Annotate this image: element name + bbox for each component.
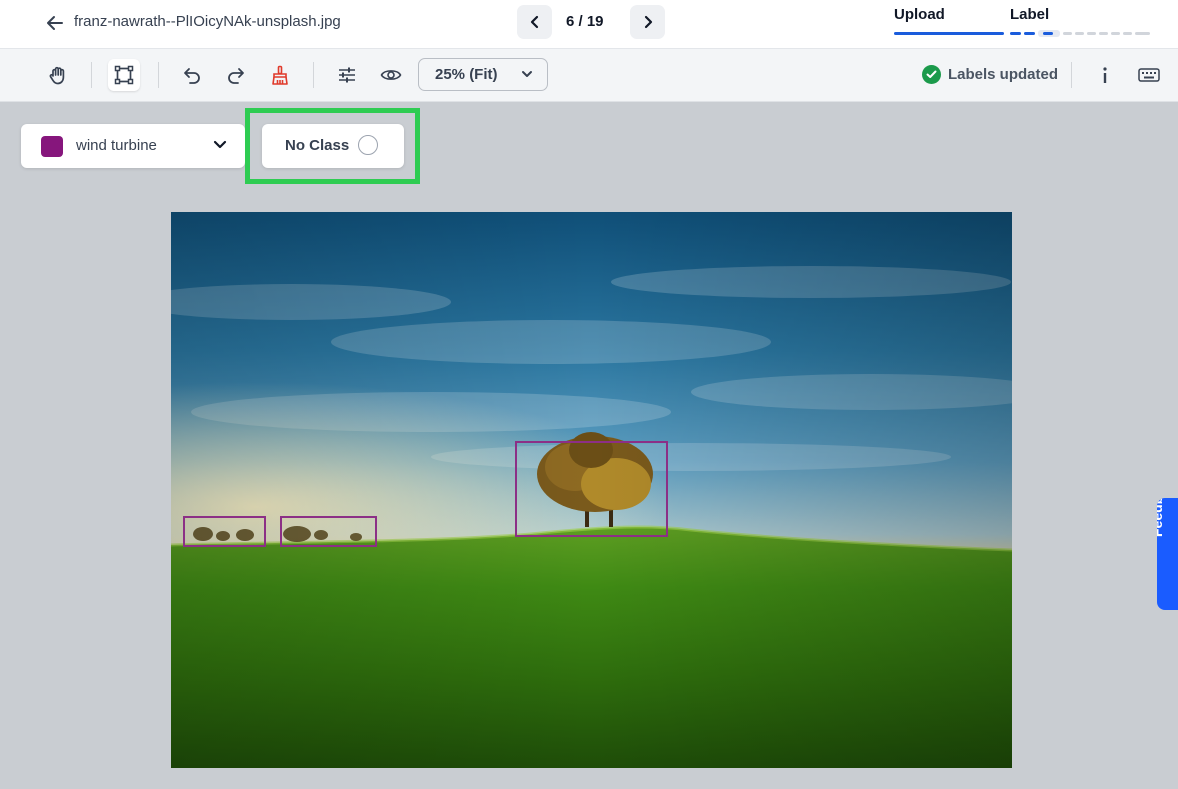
toggle-visibility-button[interactable] (375, 59, 407, 91)
clear-annotations-button[interactable] (264, 59, 296, 91)
keyboard-icon (1138, 68, 1160, 82)
image-counter: 6 / 19 (566, 13, 604, 30)
file-name: franz-nawrath--PlIOicyNAk-unsplash.jpg (74, 13, 341, 30)
no-class-radio[interactable] (358, 135, 378, 155)
bounding-box-tool-button[interactable] (108, 59, 140, 91)
bounding-box-icon (114, 65, 134, 85)
class-selector[interactable]: wind turbine (21, 124, 245, 168)
annotation-box[interactable] (280, 516, 377, 547)
check-circle-icon (922, 65, 941, 84)
back-arrow-icon[interactable] (44, 12, 66, 34)
step-label-label[interactable]: Label (1010, 6, 1049, 23)
redo-icon (228, 68, 244, 84)
toolbar-divider (1071, 62, 1072, 88)
annotation-box[interactable] (515, 441, 668, 537)
image-adjustments-button[interactable] (331, 59, 363, 91)
eye-icon (380, 70, 402, 80)
hand-icon (49, 66, 65, 85)
undo-icon (184, 68, 200, 84)
previous-image-button[interactable] (517, 5, 552, 39)
zoom-select[interactable]: 25% (Fit) (418, 58, 548, 91)
broom-icon (272, 65, 288, 85)
top-bar: franz-nawrath--PlIOicyNAk-unsplash.jpg 6… (0, 0, 1178, 49)
toolbar-divider (313, 62, 314, 88)
info-icon (1103, 67, 1107, 83)
next-image-button[interactable] (630, 5, 665, 39)
chevron-down-icon (522, 71, 532, 77)
selected-class-name: wind turbine (76, 137, 157, 154)
feedback-tab[interactable]: Feedback (1157, 498, 1178, 610)
sliders-icon (339, 67, 355, 83)
toolbar-divider (158, 62, 159, 88)
chevron-down-icon (213, 140, 227, 149)
toolbar-divider (91, 62, 92, 88)
chevron-right-icon (644, 15, 652, 29)
save-status-text: Labels updated (948, 66, 1059, 83)
keyboard-shortcuts-button[interactable] (1133, 59, 1165, 91)
no-class-label: No Class (285, 137, 350, 154)
redo-button[interactable] (220, 59, 252, 91)
step-upload-progress (894, 32, 1004, 35)
image-canvas[interactable] (171, 212, 1012, 768)
no-class-toggle[interactable]: No Class (262, 124, 404, 168)
info-button[interactable] (1089, 59, 1121, 91)
annotation-box[interactable] (183, 516, 266, 547)
undo-button[interactable] (176, 59, 208, 91)
class-color-swatch (41, 136, 63, 157)
feedback-label: Feedback (1157, 498, 1165, 537)
pan-tool-button[interactable] (42, 59, 74, 91)
chevron-left-icon (530, 15, 538, 29)
zoom-value: 25% (Fit) (435, 66, 498, 83)
save-status: Labels updated (922, 65, 1058, 84)
step-upload-label[interactable]: Upload (894, 6, 945, 23)
